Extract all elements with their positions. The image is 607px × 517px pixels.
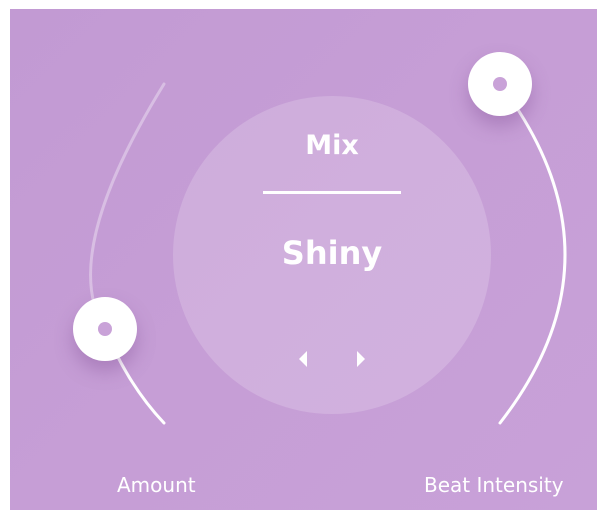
- chevron-right-icon[interactable]: [354, 349, 368, 369]
- amount-label: Amount: [117, 473, 196, 497]
- chevron-left-icon[interactable]: [296, 349, 310, 369]
- amount-knob-handle[interactable]: [73, 297, 137, 361]
- beat-intensity-knob-handle[interactable]: [468, 52, 532, 116]
- knob-handle-icon: [493, 77, 507, 91]
- beat-intensity-track-active[interactable]: [498, 82, 567, 425]
- knob-handle-icon: [98, 322, 112, 336]
- mix-title: Mix: [305, 130, 359, 161]
- beat-intensity-label: Beat Intensity: [424, 473, 564, 497]
- amount-track-inactive: [89, 82, 166, 331]
- title-divider: [263, 191, 401, 194]
- preset-name: Shiny: [281, 234, 383, 272]
